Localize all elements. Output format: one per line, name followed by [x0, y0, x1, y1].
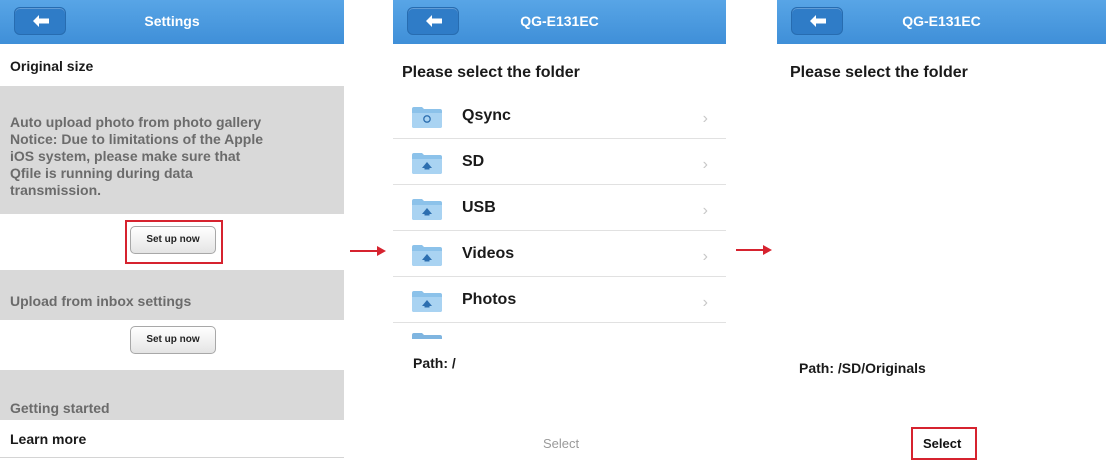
folder-label: Qsync	[462, 107, 511, 124]
folder-label: SD	[462, 153, 485, 170]
shared-folder-icon	[412, 291, 442, 312]
folder-row[interactable]: USB ›	[393, 186, 726, 231]
notice-line: Qfile is running during data	[10, 165, 193, 181]
original-size-row[interactable]: Original size	[0, 44, 344, 86]
folder-row[interactable]: SD ›	[393, 140, 726, 185]
settings-header: Settings	[0, 0, 344, 44]
setup-row-2: Set up now	[0, 320, 344, 370]
folder-label: Videos	[462, 245, 515, 262]
page-title: QG-E131EC	[902, 13, 981, 29]
folder-header: QG-E131EC	[393, 0, 726, 44]
auto-upload-section: Auto upload photo from photo gallery Not…	[0, 86, 344, 214]
settings-screen: Settings Original size Auto upload photo…	[0, 0, 344, 460]
notice-line: iOS system, please make sure that	[10, 148, 241, 164]
red-arrow-icon	[350, 246, 386, 256]
chevron-right-icon: ›	[702, 248, 708, 265]
getting-started-section: Getting started	[0, 370, 344, 420]
folder-prompt: Please select the folder	[402, 64, 580, 81]
folder-prompt: Please select the folder	[790, 64, 968, 81]
path-label: Path: /	[413, 355, 456, 371]
folder-selected-screen: QG-E131EC Please select the folder Path:…	[777, 0, 1106, 460]
notice-line: Auto upload photo from photo gallery	[10, 114, 262, 130]
learn-more-link[interactable]: Learn more	[10, 431, 86, 447]
inbox-section: Upload from inbox settings	[0, 270, 344, 320]
setup-row-1: Set up now	[0, 214, 344, 270]
divider	[0, 457, 344, 458]
shared-folder-icon	[412, 245, 442, 266]
folder-label: Photos	[462, 291, 517, 308]
chevron-right-icon: ›	[702, 156, 708, 173]
original-size-label: Original size	[10, 58, 94, 74]
divider	[393, 322, 726, 323]
chevron-right-icon: ›	[702, 294, 708, 311]
inbox-section-label: Upload from inbox settings	[10, 293, 192, 309]
red-arrow-icon	[736, 245, 772, 255]
folder-icon	[412, 333, 442, 339]
auto-upload-notice: Auto upload photo from photo gallery Not…	[10, 114, 263, 199]
getting-started-label: Getting started	[10, 400, 110, 416]
folder-row[interactable]: Videos ›	[393, 232, 726, 277]
chevron-right-icon: ›	[702, 110, 708, 127]
page-title: Settings	[144, 13, 200, 29]
set-up-now-inbox-button[interactable]: Set up now	[130, 326, 216, 354]
selected-header: QG-E131EC	[777, 0, 1106, 44]
notice-line: Notice: Due to limitations of the Apple	[10, 131, 264, 147]
path-label: Path: /SD/Originals	[799, 360, 926, 376]
select-button[interactable]: Select	[543, 436, 579, 451]
learn-more-row[interactable]: Learn more	[0, 420, 344, 460]
folder-label: USB	[462, 199, 496, 216]
folder-row[interactable]: Qsync ›	[393, 94, 726, 139]
folder-row[interactable]: Photos ›	[393, 278, 726, 323]
page-title: QG-E131EC	[520, 13, 599, 29]
set-up-now-button[interactable]: Set up now	[130, 226, 216, 254]
select-button[interactable]: Select	[923, 436, 961, 451]
folder-select-screen: QG-E131EC Please select the folder Qsync…	[393, 0, 726, 460]
shared-folder-icon	[412, 199, 442, 220]
chevron-right-icon: ›	[702, 202, 708, 219]
notice-line: transmission.	[10, 182, 102, 198]
shared-folder-icon	[412, 153, 442, 174]
qsync-folder-icon	[412, 107, 442, 128]
